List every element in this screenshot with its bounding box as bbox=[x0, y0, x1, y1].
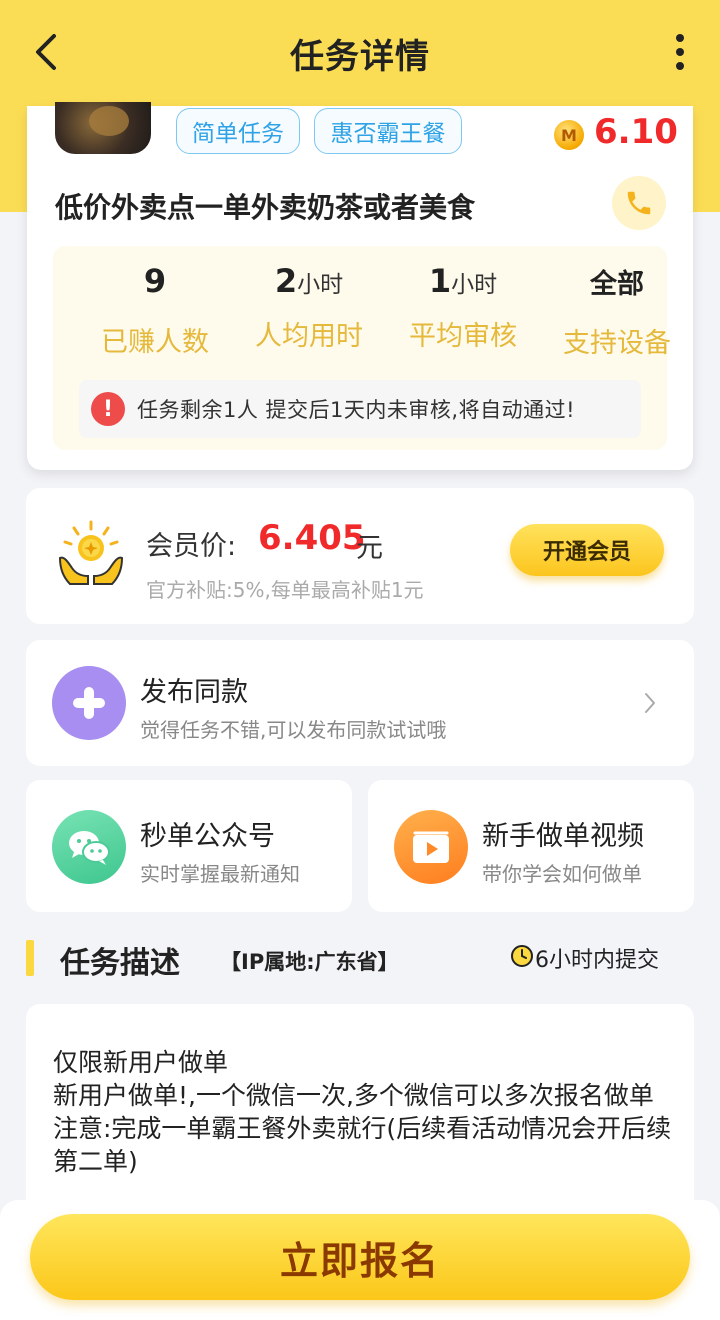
more-icon[interactable] bbox=[674, 34, 686, 70]
video-icon bbox=[394, 810, 468, 884]
stats-panel: 9 已赚人数 2小时 人均用时 1小时 平均审核 全部 支持设备 ! 任务剩余1… bbox=[53, 246, 671, 450]
tag-merchant: 惠否霸王餐 bbox=[314, 108, 462, 154]
coin-icon: M bbox=[554, 120, 584, 150]
task-reward: 6.10 bbox=[594, 112, 678, 152]
wechat-icon bbox=[52, 810, 126, 884]
stat-avg-review: 1小时 平均审核 bbox=[409, 262, 517, 352]
member-price-value: 6.405 bbox=[258, 518, 366, 558]
tutorial-video-card[interactable]: 新手做单视频 带你学会如何做单 bbox=[368, 780, 694, 912]
notice-banner: ! 任务剩余1人 提交后1天内未审核,将自动通过! bbox=[79, 380, 641, 438]
publish-title: 发布同款 bbox=[140, 677, 248, 708]
chevron-right-icon bbox=[642, 690, 658, 716]
submit-deadline: 6小时内提交 bbox=[535, 948, 659, 973]
plus-icon bbox=[52, 666, 126, 740]
task-description-text: 仅限新用户做单 新用户做单!,一个微信一次,多个微信可以多次报名做单 注意:完成… bbox=[53, 1048, 672, 1176]
member-price-unit: 元 bbox=[356, 533, 383, 564]
notice-text: 任务剩余1人 提交后1天内未审核,将自动通过! bbox=[137, 398, 575, 422]
tag-simple-task: 简单任务 bbox=[176, 108, 300, 154]
task-title: 低价外卖点一单外卖奶茶或者美食 bbox=[55, 191, 476, 224]
task-thumbnail bbox=[55, 102, 151, 154]
section-title: 任务描述 bbox=[60, 946, 180, 981]
coin-hands-icon bbox=[56, 518, 126, 588]
stat-devices: 全部 支持设备 bbox=[563, 269, 671, 359]
tutorial-video-title: 新手做单视频 bbox=[482, 821, 644, 852]
phone-button[interactable] bbox=[612, 176, 666, 230]
task-summary-card: 简单任务 惠否霸王餐 M 6.10 低价外卖点一单外卖奶茶或者美食 9 已赚人数… bbox=[27, 102, 693, 470]
publish-subtitle: 觉得任务不错,可以发布同款试试哦 bbox=[140, 718, 447, 742]
member-price-label: 会员价: bbox=[146, 531, 237, 562]
official-account-title: 秒单公众号 bbox=[140, 821, 275, 852]
official-account-subtitle: 实时掌握最新通知 bbox=[140, 862, 300, 886]
stat-earned-count: 9 已赚人数 bbox=[101, 262, 209, 358]
ip-location: 【IP属地:广东省】 bbox=[220, 950, 399, 974]
bottom-action-bar: 立即报名 bbox=[0, 1200, 720, 1320]
section-accent-bar bbox=[26, 940, 34, 976]
clock-icon bbox=[510, 944, 534, 968]
open-membership-button[interactable]: 开通会员 bbox=[510, 524, 664, 576]
back-icon[interactable] bbox=[28, 30, 64, 74]
stat-avg-time: 2小时 人均用时 bbox=[255, 262, 363, 352]
phone-icon bbox=[627, 191, 651, 215]
official-account-card[interactable]: 秒单公众号 实时掌握最新通知 bbox=[26, 780, 352, 912]
apply-now-button[interactable]: 立即报名 bbox=[30, 1214, 690, 1300]
warning-icon: ! bbox=[91, 392, 125, 426]
tutorial-video-subtitle: 带你学会如何做单 bbox=[482, 862, 642, 886]
page-title: 任务详情 bbox=[290, 36, 430, 77]
publish-similar-card[interactable]: 发布同款 觉得任务不错,可以发布同款试试哦 bbox=[26, 640, 694, 766]
task-description-header: 任务描述 【IP属地:广东省】 6小时内提交 bbox=[26, 936, 694, 984]
subsidy-text: 官方补贴:5%,每单最高补贴1元 bbox=[146, 578, 424, 602]
top-bar: 任务详情 bbox=[0, 0, 720, 106]
member-price-card: 会员价: 6.405 元 官方补贴:5%,每单最高补贴1元 开通会员 bbox=[26, 488, 694, 624]
